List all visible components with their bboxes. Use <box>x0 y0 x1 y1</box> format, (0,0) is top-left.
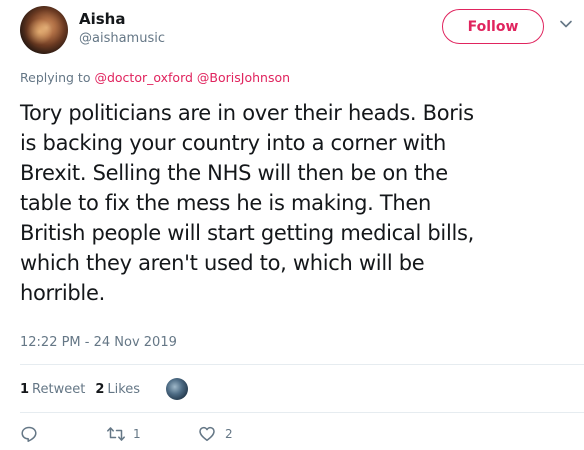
tweet-timestamp[interactable]: 12:22 PM - 24 Nov 2019 <box>20 335 177 350</box>
follow-button[interactable]: Follow <box>442 9 544 44</box>
retweets-stat[interactable]: 1 Retweet <box>20 382 85 397</box>
reply-context: Replying to @doctor_oxford @BorisJohnson <box>20 70 290 85</box>
chevron-down-icon[interactable] <box>558 16 574 32</box>
mention-link[interactable]: @doctor_oxford <box>94 70 192 85</box>
author-handle[interactable]: @aishamusic <box>79 31 165 46</box>
mention-link[interactable]: @BorisJohnson <box>197 70 290 85</box>
divider <box>20 412 584 413</box>
tweet-text-line: Tory politicians are in over their heads… <box>20 101 474 125</box>
tweet-text-line: Brexit. Selling the NHS will then be on … <box>20 161 448 185</box>
retweet-action[interactable]: 1 <box>106 425 192 443</box>
likes-stat[interactable]: 2 Likes <box>95 382 140 397</box>
like-action[interactable]: 2 <box>198 425 278 443</box>
liker-avatar[interactable] <box>166 378 189 400</box>
retweet-icon <box>107 427 125 441</box>
tweet-text-line: table to fix the mess he is making. Then <box>20 191 432 215</box>
tweet-text-line: which they aren't used to, which will be <box>20 251 425 275</box>
reply-action[interactable] <box>20 425 80 443</box>
tweet-text-line: horrible. <box>20 281 105 305</box>
tweet-stats: 1 Retweet 2 Likes <box>20 378 189 400</box>
author-avatar[interactable] <box>20 6 68 54</box>
tweet-text-line: British people will start getting medica… <box>20 221 475 245</box>
likes-label: Likes <box>107 381 141 397</box>
tweet-actions: 1 2 <box>20 424 278 444</box>
retweets-count: 1 <box>20 381 30 397</box>
heart-icon <box>199 426 215 442</box>
author-display-name[interactable]: Aisha <box>79 10 125 28</box>
reply-icon <box>21 426 37 442</box>
divider <box>20 364 584 365</box>
retweet-count: 1 <box>133 427 141 441</box>
tweet-text: Tory politicians are in over their heads… <box>20 98 568 308</box>
retweets-label: Retweet <box>32 381 86 397</box>
reply-prefix: Replying to <box>20 70 91 85</box>
likes-count: 2 <box>95 381 105 397</box>
tweet-header: Aisha @aishamusic Follow <box>0 0 584 60</box>
like-count: 2 <box>225 427 233 441</box>
tweet-text-line: is backing your country into a corner wi… <box>20 131 446 155</box>
